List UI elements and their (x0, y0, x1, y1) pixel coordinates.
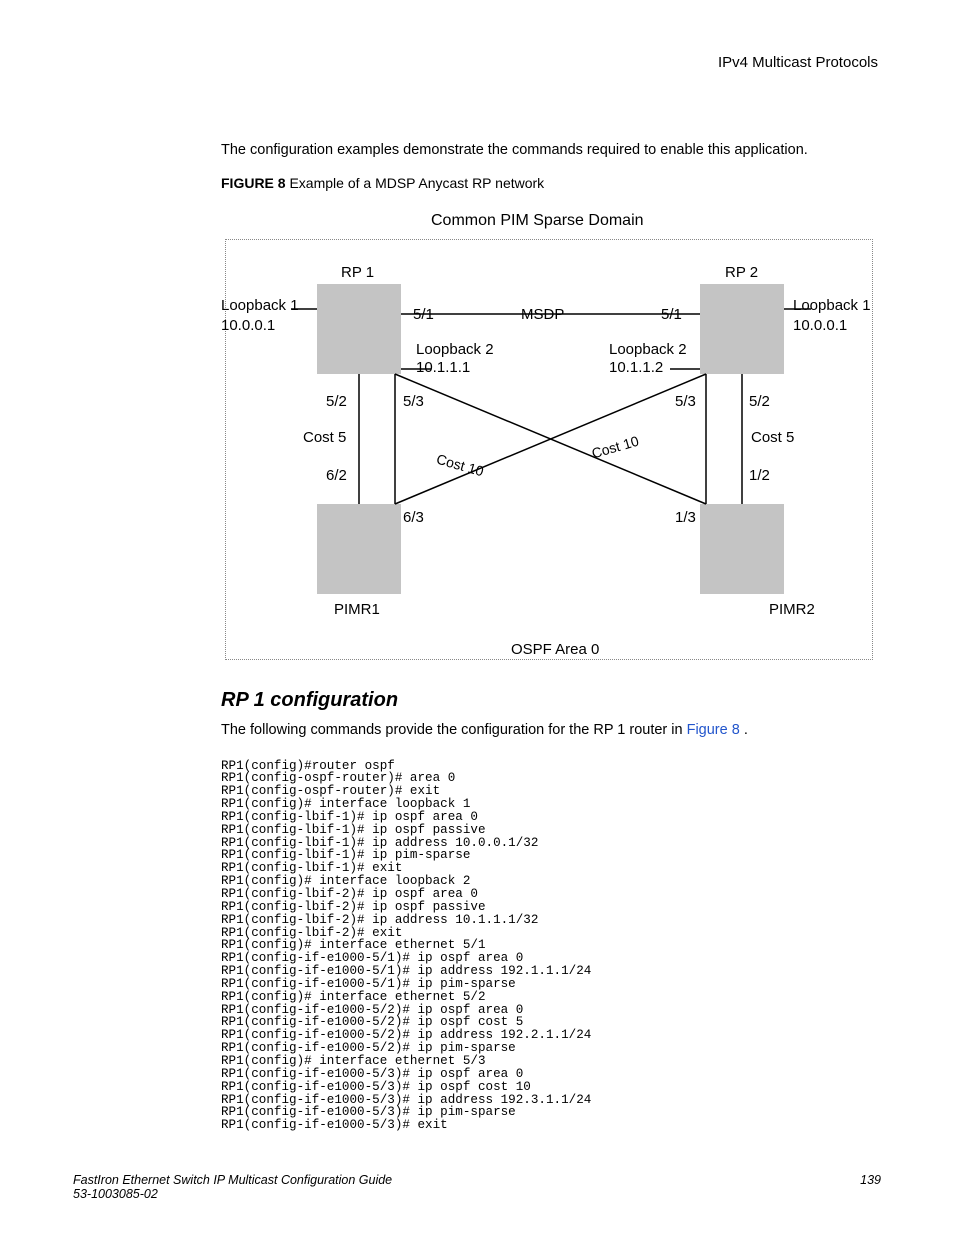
section-intro-post: . (744, 722, 748, 738)
loopback1-left-ip: 10.0.0.1 (221, 317, 275, 334)
config-code-block: RP1(config)#router ospf RP1(config-ospf-… (221, 760, 878, 1132)
figure-label: FIGURE 8 (221, 175, 286, 191)
footer-title: FastIron Ethernet Switch IP Multicast Co… (73, 1173, 392, 1187)
page-footer: 139 FastIron Ethernet Switch IP Multicas… (73, 1173, 881, 1201)
port-52-left: 5/2 (326, 393, 347, 410)
loopback2-left: Loopback 2 (416, 341, 494, 358)
footer-docnum: 53-1003085-02 (73, 1187, 158, 1201)
header-section: IPv4 Multicast Protocols (221, 54, 878, 71)
page-number: 139 (860, 1173, 881, 1187)
port-12: 1/2 (749, 467, 770, 484)
loopback1-right-ip: 10.0.0.1 (793, 317, 847, 334)
section-intro-pre: The following commands provide the confi… (221, 722, 687, 738)
section-intro: The following commands provide the confi… (221, 722, 878, 738)
cost5-left: Cost 5 (303, 429, 346, 446)
pimr1-label: PIMR1 (334, 601, 380, 618)
loopback2-right-ip: 10.1.1.2 (609, 359, 663, 376)
network-diagram: Common PIM Sparse Domain OSPF Area 0 (221, 209, 874, 661)
figure-link[interactable]: Figure 8 (687, 722, 740, 738)
port-53-right: 5/3 (675, 393, 696, 410)
cost5-right: Cost 5 (751, 429, 794, 446)
loopback2-left-ip: 10.1.1.1 (416, 359, 470, 376)
port-13: 1/3 (675, 509, 696, 526)
rp2-label: RP 2 (725, 264, 758, 281)
figure-caption: FIGURE 8 Example of a MDSP Anycast RP ne… (221, 175, 878, 191)
pimr2-label: PIMR2 (769, 601, 815, 618)
port-51-right: 5/1 (661, 306, 682, 323)
msdp-label: MSDP (521, 306, 564, 323)
port-51-left: 5/1 (413, 306, 434, 323)
loopback2-right: Loopback 2 (609, 341, 687, 358)
loopback1-left: Loopback 1 (221, 297, 299, 314)
port-63: 6/3 (403, 509, 424, 526)
section-heading: RP 1 configuration (221, 689, 878, 712)
port-52-right: 5/2 (749, 393, 770, 410)
figure-caption-text: Example of a MDSP Anycast RP network (289, 175, 544, 191)
rp1-label: RP 1 (341, 264, 374, 281)
port-53-left: 5/3 (403, 393, 424, 410)
intro-paragraph: The configuration examples demonstrate t… (221, 141, 878, 161)
loopback1-right: Loopback 1 (793, 297, 871, 314)
port-62: 6/2 (326, 467, 347, 484)
